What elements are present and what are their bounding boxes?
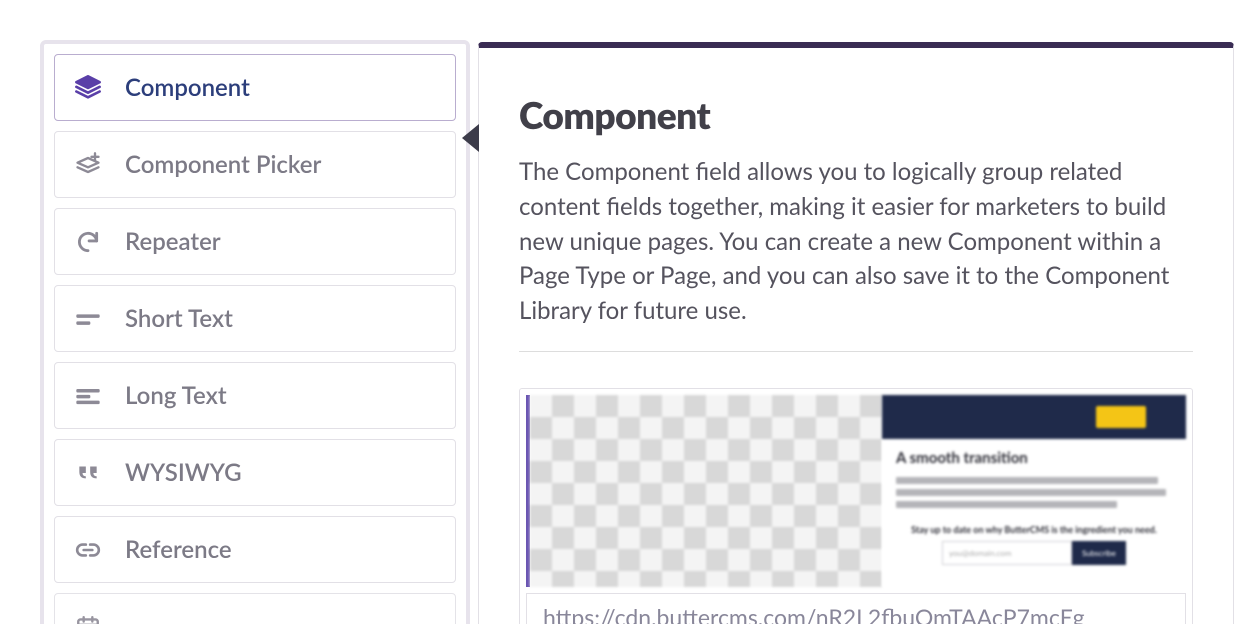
- media-url-input[interactable]: https://cdn.buttercms.com/nR2L2fbuQmTAAc…: [526, 593, 1186, 624]
- text-line: [896, 489, 1166, 496]
- field-item-repeater[interactable]: Repeater: [54, 208, 456, 275]
- short-text-icon: [73, 304, 103, 334]
- quote-icon: [73, 458, 103, 488]
- panel-pointer-icon: [462, 124, 479, 152]
- field-type-sidebar: Component Component Picker Repeater Shor…: [40, 40, 470, 624]
- repeat-icon: [73, 227, 103, 257]
- field-item-long-text[interactable]: Long Text: [54, 362, 456, 429]
- layers-plus-icon: [73, 150, 103, 180]
- panel-title: Component: [519, 92, 1193, 137]
- field-item-component-picker[interactable]: Component Picker: [54, 131, 456, 198]
- cta-button: [1096, 406, 1146, 428]
- layers-icon: [73, 73, 103, 103]
- preview-content: A smooth transition Stay up to date on w…: [882, 395, 1186, 587]
- field-item-label: Repeater: [125, 227, 221, 256]
- image-placeholder: [530, 395, 882, 587]
- preview-card: A smooth transition Stay up to date on w…: [519, 388, 1193, 624]
- field-item-label: Component: [125, 73, 250, 102]
- subscribe-button: Subscribe: [1072, 541, 1126, 565]
- preview-header-bar: [882, 395, 1186, 439]
- preview-heading: A smooth transition: [896, 449, 1172, 467]
- field-item-short-text[interactable]: Short Text: [54, 285, 456, 352]
- long-text-icon: [73, 381, 103, 411]
- field-item-label: Component Picker: [125, 150, 321, 179]
- email-field: you@domain.com: [942, 541, 1072, 565]
- text-line: [896, 501, 1117, 508]
- field-item-partial[interactable]: [54, 593, 456, 624]
- field-detail-panel: Component The Component field allows you…: [478, 42, 1234, 624]
- field-item-wysiwyg[interactable]: WYSIWYG: [54, 439, 456, 506]
- divider: [519, 351, 1193, 352]
- field-item-label: Short Text: [125, 304, 233, 333]
- field-item-reference[interactable]: Reference: [54, 516, 456, 583]
- text-line: [896, 477, 1158, 484]
- signup-label: Stay up to date on why ButterCMS is the …: [911, 524, 1157, 535]
- panel-description: The Component field allows you to logica…: [519, 155, 1193, 329]
- field-item-label: Reference: [125, 535, 232, 564]
- field-item-label: Long Text: [125, 381, 227, 410]
- calendar-icon: [73, 612, 103, 624]
- field-item-label: WYSIWYG: [125, 458, 242, 487]
- link-icon: [73, 535, 103, 565]
- field-item-component[interactable]: Component: [54, 54, 456, 121]
